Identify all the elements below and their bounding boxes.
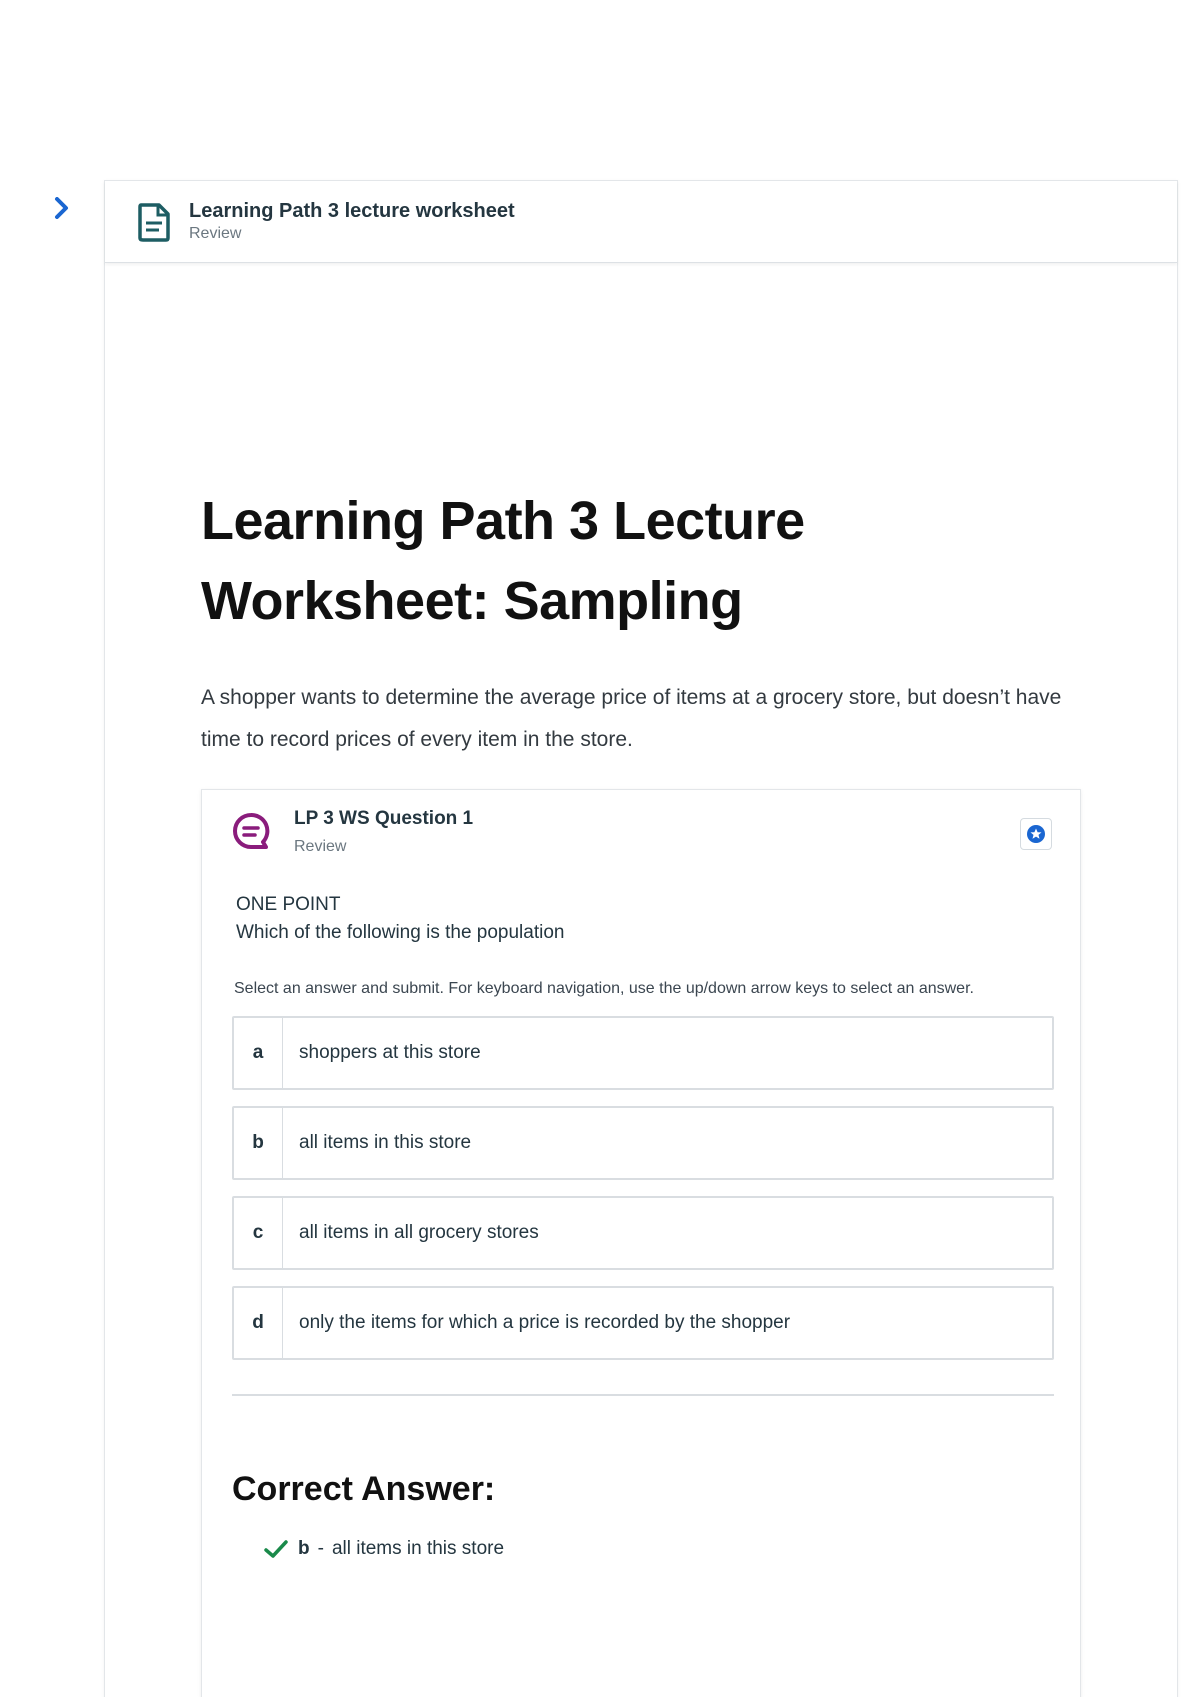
- correct-answer-text: all items in this store: [331, 1538, 505, 1559]
- option-text: only the items for which a price is reco…: [299, 1312, 791, 1333]
- question-header: LP 3 WS Question 1 Review: [202, 790, 1080, 890]
- option-text: shoppers at this store: [299, 1042, 481, 1063]
- page-title: Learning Path 3 Lecture Worksheet: Sampl…: [201, 491, 805, 631]
- question-text: Which of the following is the population: [236, 922, 565, 943]
- question-title: LP 3 WS Question 1: [294, 808, 474, 829]
- answer-option-c[interactable]: c all items in all grocery stores: [232, 1196, 1054, 1270]
- correct-answer-heading: Correct Answer:: [232, 1470, 496, 1508]
- answer-option-a[interactable]: a shoppers at this store: [232, 1016, 1054, 1090]
- divider: [232, 1394, 1054, 1396]
- answer-option-d[interactable]: d only the items for which a price is re…: [232, 1286, 1054, 1360]
- correct-answer-row: b - all items in this store: [264, 1538, 504, 1560]
- correct-answer-letter: b: [298, 1538, 310, 1559]
- option-letter: b: [234, 1108, 283, 1178]
- answer-option-b[interactable]: b all items in this store: [232, 1106, 1054, 1180]
- option-letter: c: [234, 1198, 283, 1268]
- question-card: LP 3 WS Question 1 Review ONE POINT Whic…: [201, 789, 1081, 1697]
- question-points: ONE POINT: [236, 894, 341, 915]
- intro-text: A shopper wants to determine the average…: [201, 686, 1062, 751]
- expand-sidebar-button[interactable]: [50, 196, 74, 220]
- chevron-right-icon: [55, 197, 68, 219]
- worksheet-header-title: Learning Path 3 lecture worksheet: [189, 199, 515, 222]
- option-text: all items in all grocery stores: [299, 1222, 539, 1243]
- worksheet-header-subtitle: Review: [189, 224, 242, 242]
- question-subtitle: Review: [294, 838, 347, 855]
- answer-options: a shoppers at this store b all items in …: [232, 1016, 1054, 1376]
- badge-icon: [1027, 825, 1045, 843]
- answer-instructions: Select an answer and submit. For keyboar…: [234, 980, 974, 997]
- option-letter: a: [234, 1018, 283, 1088]
- badge-button[interactable]: [1020, 818, 1052, 850]
- option-text: all items in this store: [299, 1132, 472, 1153]
- correct-answer-separator: -: [317, 1538, 324, 1559]
- document-icon: [138, 202, 170, 242]
- page: Learning Path 3 lecture worksheet Review…: [0, 0, 1200, 1697]
- worksheet-header: Learning Path 3 lecture worksheet Review: [105, 181, 1177, 263]
- worksheet-card: Learning Path 3 lecture worksheet Review…: [104, 180, 1178, 1697]
- chat-bubble-icon: [233, 812, 270, 849]
- worksheet-content: Learning Path 3 Lecture Worksheet: Sampl…: [201, 481, 1081, 761]
- checkmark-icon: [264, 1540, 288, 1558]
- option-letter: d: [234, 1288, 283, 1358]
- worksheet-header-text: Learning Path 3 lecture worksheet Review: [189, 199, 515, 245]
